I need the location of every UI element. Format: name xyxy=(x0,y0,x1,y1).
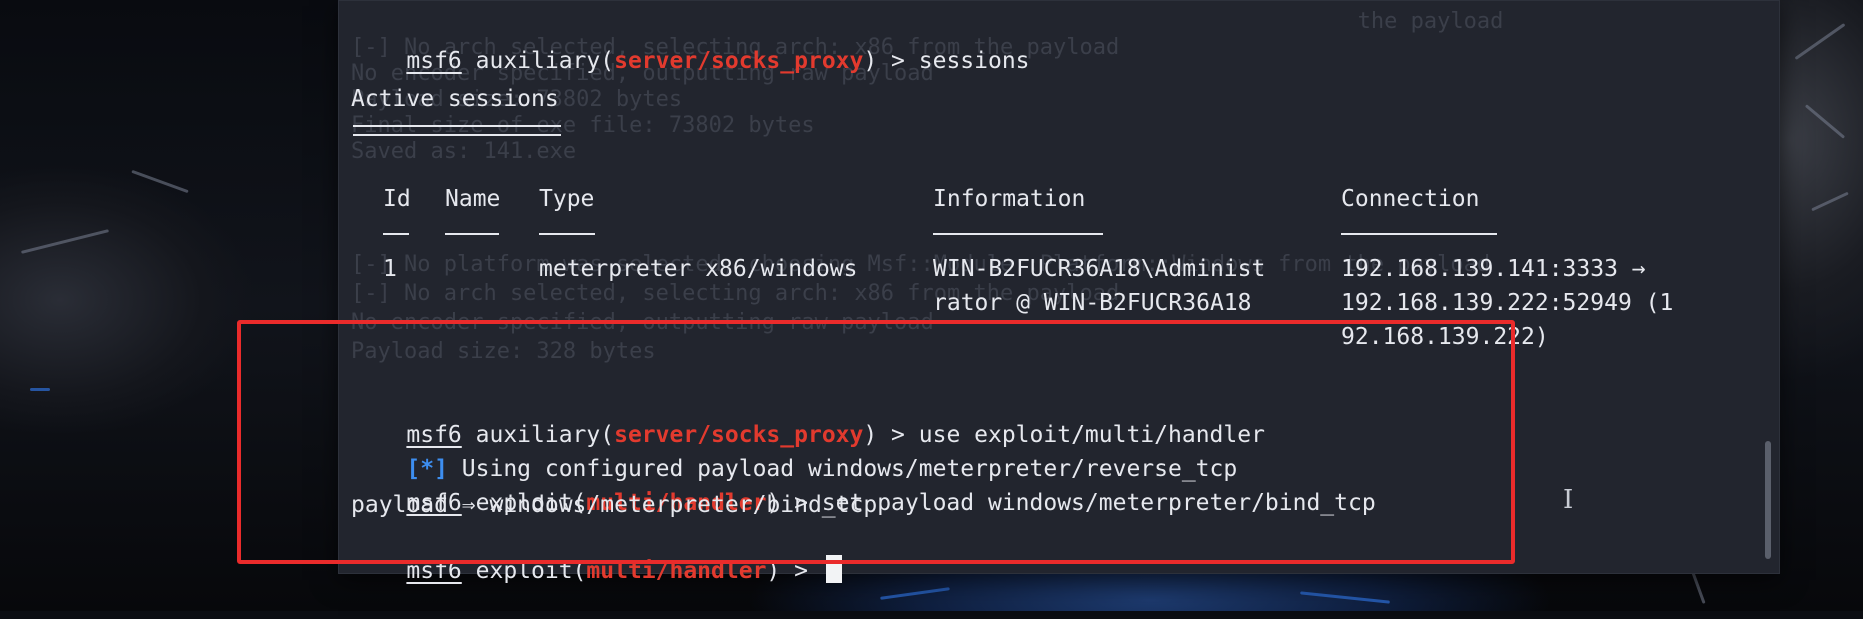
prompt-prefix: auxiliary( xyxy=(461,48,615,74)
terminal-scrollbar[interactable] xyxy=(1765,441,1771,559)
prompt-command: ) > sessions xyxy=(863,48,1030,74)
table-header-name: Name xyxy=(445,186,501,212)
wallpaper-streak xyxy=(1794,23,1846,60)
table-header-connection: Connection xyxy=(1341,186,1480,212)
ghost-line: Saved as: 141.exe xyxy=(351,139,577,164)
terminal-line-sessions: msf6 auxiliary(server/socks_proxy) > ses… xyxy=(351,13,1029,74)
wallpaper-streak xyxy=(1804,104,1846,139)
ghost-line: [-] No arch selected, selecting arch: x8… xyxy=(351,281,1120,306)
highlight-annotation-box xyxy=(237,320,1515,564)
table-header-rule xyxy=(1341,233,1497,235)
table-header-rule xyxy=(933,233,1103,235)
ghost-line xyxy=(351,221,1503,250)
table-cell-type: meterpreter x86/windows xyxy=(539,256,858,282)
table-header-rule xyxy=(383,233,409,235)
prompt-user: msf6 xyxy=(406,48,462,74)
table-cell-conn-line2: 192.168.139.222:52949 (1 xyxy=(1341,290,1674,316)
table-cell-info-line1: WIN-B2FUCR36A18\Administ xyxy=(933,256,1266,282)
text-cursor-icon: I xyxy=(1563,485,1574,515)
sessions-title: Active sessions xyxy=(351,86,559,112)
sessions-title-underline xyxy=(353,125,561,136)
ghost-line: [-] No platform was selected, choosing M… xyxy=(351,252,1491,277)
table-cell-id: 1 xyxy=(383,256,397,282)
table-header-information: Information xyxy=(933,186,1086,212)
table-header-id: Id xyxy=(383,186,411,212)
ghost-line xyxy=(351,163,1503,192)
table-cell-info-line2: rator @ WIN-B2FUCR36A18 xyxy=(933,290,1252,316)
table-cell-conn-line1: 192.168.139.141:3333 → xyxy=(1341,256,1646,282)
table-header-rule xyxy=(539,233,595,235)
ghost-line xyxy=(351,192,1503,221)
wallpaper-streak xyxy=(1690,569,1706,604)
wallpaper-streak xyxy=(20,229,110,254)
wallpaper-streak xyxy=(880,587,950,600)
table-header-rule xyxy=(445,233,499,235)
wallpaper-streak xyxy=(131,169,189,194)
table-header-type: Type xyxy=(539,186,595,212)
wallpaper-streak xyxy=(1300,591,1390,604)
wallpaper-streak xyxy=(1811,191,1849,212)
prompt-module: server/socks_proxy xyxy=(614,48,864,74)
wallpaper-streak xyxy=(30,388,50,391)
